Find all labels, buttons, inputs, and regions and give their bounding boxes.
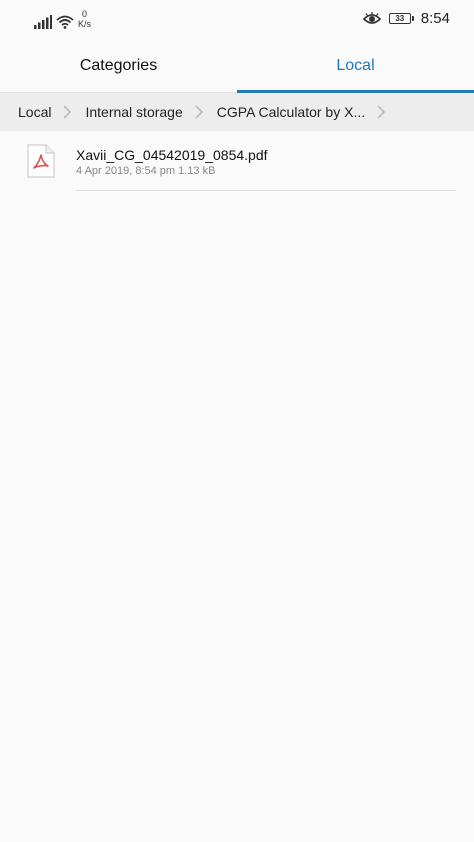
tab-bar: Categories Local: [0, 40, 474, 93]
network-speed: 0 K/s: [78, 9, 91, 29]
list-divider: [76, 190, 456, 191]
tab-local-label: Local: [336, 57, 375, 74]
status-right: 33 8:54: [362, 10, 450, 27]
wifi-icon: [56, 15, 74, 29]
network-speed-unit: K/s: [78, 19, 92, 29]
chevron-right-icon: [195, 105, 203, 119]
status-left: 0 K/s: [34, 9, 91, 29]
eye-comfort-icon: [362, 11, 381, 24]
signal-icon: [34, 15, 52, 29]
file-date: 4 Apr 2019, 8:54 pm: [76, 165, 176, 177]
file-item[interactable]: Xavii_CG_04542019_0854.pdf 4 Apr 2019, 8…: [0, 131, 474, 191]
breadcrumb-item-current-folder[interactable]: CGPA Calculator by X...: [217, 104, 365, 120]
file-list: Xavii_CG_04542019_0854.pdf 4 Apr 2019, 8…: [0, 131, 474, 191]
tab-local[interactable]: Local: [237, 40, 474, 93]
file-name: Xavii_CG_04542019_0854.pdf: [76, 147, 268, 163]
battery-level: 33: [395, 13, 405, 23]
tab-categories-label: Categories: [79, 57, 158, 74]
battery-icon: 33: [388, 13, 414, 24]
chevron-right-icon: [63, 105, 72, 119]
tab-categories[interactable]: Categories: [0, 40, 237, 92]
chevron-right-icon: [377, 105, 386, 119]
status-time: 8:54: [420, 10, 450, 27]
breadcrumb-item-internal-storage[interactable]: Internal storage: [85, 104, 182, 120]
breadcrumb: Local Internal storage CGPA Calculator b…: [0, 93, 474, 131]
network-speed-value: 0: [82, 9, 88, 19]
status-bar: 0 K/s 33 8:54: [0, 0, 474, 40]
breadcrumb-item-local[interactable]: Local: [18, 104, 51, 120]
file-manager-screen: 0 K/s 33 8:54 Categories Local Local Int…: [0, 0, 474, 842]
file-meta: 4 Apr 2019, 8:54 pm 1.13 kB: [76, 165, 215, 177]
pdf-file-icon: [27, 144, 55, 178]
file-size: 1.13 kB: [178, 165, 216, 177]
